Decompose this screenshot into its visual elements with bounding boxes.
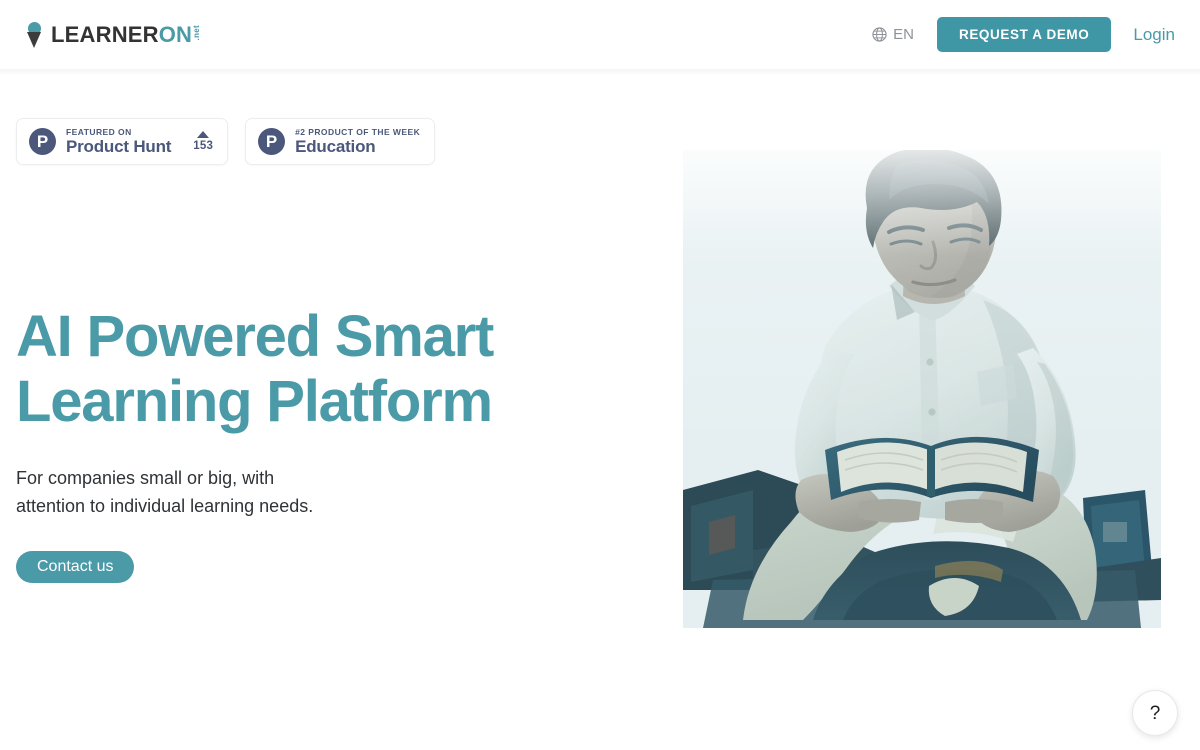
contact-us-button[interactable]: Contact us: [16, 551, 135, 584]
logo-text-on: ON: [158, 22, 193, 47]
product-hunt-badges: P FEATURED ON Product Hunt 153 P #2 PROD…: [16, 118, 436, 165]
site-logo[interactable]: LEARNER ON .net: [25, 19, 201, 51]
product-hunt-icon: P: [258, 128, 286, 155]
badge-kicker: FEATURED ON: [66, 126, 132, 137]
help-button[interactable]: ?: [1132, 690, 1178, 736]
language-switcher[interactable]: EN: [872, 26, 914, 43]
badge-kicker: #2 PRODUCT OF THE WEEK: [295, 126, 421, 137]
hero-subtitle: For companies small or big, with attenti…: [16, 467, 314, 516]
upvote-counter: 153: [193, 130, 214, 153]
landing-page: LEARNER ON .net EN REQUEST A DEMO Login P: [0, 0, 1200, 750]
header-nav: EN REQUEST A DEMO Login: [872, 0, 1175, 69]
logo-text-net: .net: [192, 25, 202, 41]
product-hunt-icon: P: [29, 128, 56, 155]
site-header: LEARNER ON .net EN REQUEST A DEMO Login: [0, 0, 1200, 69]
request-demo-button[interactable]: REQUEST A DEMO: [936, 17, 1112, 52]
page-title: AI Powered Smart Learning Platform: [16, 304, 494, 434]
logo-text-learner: LEARNER: [51, 22, 159, 47]
login-link[interactable]: Login: [1133, 25, 1175, 45]
badge-title: Product Hunt: [66, 137, 172, 157]
product-hunt-education-badge[interactable]: P #2 PRODUCT OF THE WEEK Education: [245, 118, 436, 165]
product-hunt-featured-badge[interactable]: P FEATURED ON Product Hunt 153: [16, 118, 229, 165]
upvote-caret-icon: [197, 130, 210, 138]
language-label: EN: [893, 26, 914, 43]
header-divider: [0, 69, 1200, 75]
badge-title: Education: [295, 137, 376, 157]
question-mark-icon: ?: [1149, 702, 1161, 724]
location-pin-icon: [25, 21, 44, 49]
hero-content: AI Powered Smart Learning Platform For c…: [16, 304, 616, 584]
logo-wordmark: LEARNER ON .net: [51, 24, 201, 46]
man-reading-book-illustration: [683, 150, 1161, 628]
upvote-count: 153: [193, 139, 214, 152]
globe-icon: [872, 27, 887, 42]
